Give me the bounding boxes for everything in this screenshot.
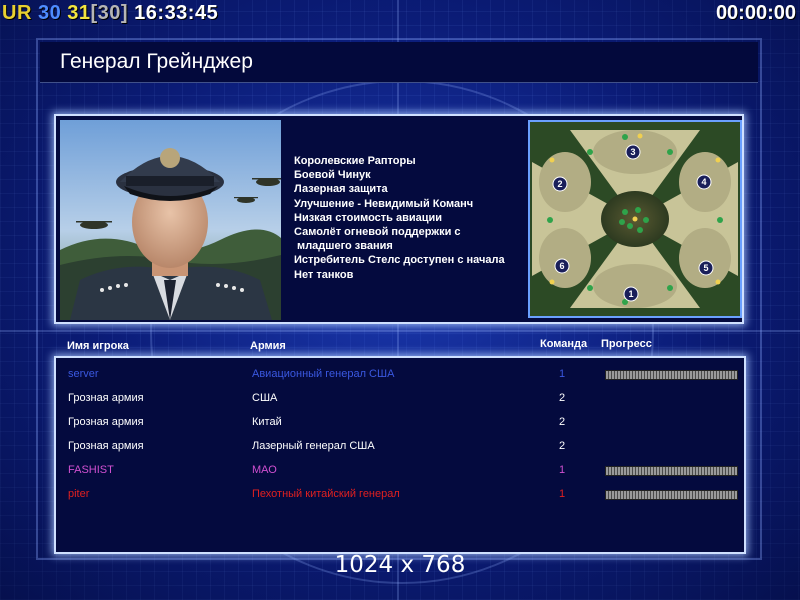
general-features-list: Королевские Рапторы Боевой Чинук Лазерна… (294, 154, 534, 282)
hud-value-a: 30 (37, 2, 62, 24)
start-position-3: 3 (625, 144, 641, 160)
general-title: Генерал Грейнджер (60, 50, 253, 73)
hud-prefix: UR (2, 2, 32, 24)
player-team: 2 (559, 416, 566, 428)
player-name: piter (68, 488, 90, 500)
start-position-1: 1 (623, 286, 639, 302)
feature-item: Боевой Чинук (294, 169, 371, 182)
general-info-panel: Королевские Рапторы Боевой Чинук Лазерна… (54, 114, 744, 324)
player-army: Авиационный генерал США (252, 368, 395, 380)
column-header-progress: Прогресс (601, 338, 652, 350)
player-team: 1 (559, 488, 566, 500)
players-table: server Авиационный генерал США 1 Грозная ар… (54, 356, 746, 554)
svg-text:6: 6 (559, 261, 564, 271)
hud-value-b: 31 (67, 2, 91, 24)
player-army: Пехотный китайский генерал (252, 488, 400, 500)
progress-bar (605, 466, 738, 476)
feature-item: Нет танков (294, 268, 354, 281)
start-position-5: 5 (698, 260, 714, 276)
hud-status: UR 30 31[30] 16:33:45 (2, 1, 218, 25)
column-header-team: Команда (540, 338, 588, 350)
svg-text:3: 3 (630, 147, 635, 157)
player-team: 1 (559, 368, 566, 380)
table-row[interactable]: FASHIST МАО 1 (56, 460, 744, 480)
feature-item: Самолёт огневой поддержки с (294, 226, 461, 239)
players-table-header: Имя игрока Армия Команда Прогресс (54, 338, 744, 356)
player-army: МАО (252, 464, 277, 476)
column-header-player: Имя игрока (67, 340, 129, 352)
feature-item: Лазерная защита (294, 183, 388, 196)
player-team: 1 (559, 464, 566, 476)
feature-item: Истребитель Стелс доступен с начала (294, 254, 505, 267)
player-team: 2 (559, 440, 566, 452)
svg-text:2: 2 (557, 179, 562, 189)
table-row[interactable]: Грозная армия Лазерный генерал США 2 (56, 436, 744, 456)
player-name: Грозная армия (68, 416, 144, 428)
progress-bar (605, 490, 738, 500)
feature-item: младшего звания (294, 240, 393, 253)
table-row[interactable]: Грозная армия США 2 (56, 388, 744, 408)
svg-text:4: 4 (701, 177, 706, 187)
start-position-4: 4 (696, 174, 712, 190)
resolution-label: 1024 x 768 (334, 552, 466, 578)
general-portrait (60, 120, 281, 320)
player-name: Грозная армия (68, 392, 144, 404)
column-header-army: Армия (250, 340, 286, 352)
svg-text:1: 1 (628, 289, 633, 299)
feature-item: Королевские Рапторы (294, 155, 416, 167)
table-row[interactable]: server Авиационный генерал США 1 (56, 364, 744, 384)
table-row[interactable]: Грозная армия Китай 2 (56, 412, 744, 432)
player-name: Грозная армия (68, 440, 144, 452)
title-bar: Генерал Грейнджер (40, 42, 758, 83)
start-position-2: 2 (552, 176, 568, 192)
player-name: server (68, 368, 99, 380)
player-army: Китай (252, 416, 282, 428)
player-army: США (252, 392, 278, 404)
player-name: FASHIST (68, 464, 114, 476)
player-army: Лазерный генерал США (252, 440, 375, 452)
start-position-6: 6 (554, 258, 570, 274)
player-team: 2 (559, 392, 566, 404)
svg-text:5: 5 (703, 263, 708, 273)
hud-value-c: [30] (90, 2, 129, 24)
map-preview[interactable]: 1 2 3 4 5 6 (528, 120, 742, 318)
progress-bar (605, 370, 738, 380)
feature-item: Низкая стоимость авиации (294, 211, 443, 224)
table-row[interactable]: piter Пехотный китайский генерал 1 (56, 484, 744, 504)
game-timer: 00:00:00 (715, 2, 796, 24)
hud-clock: 16:33:45 (134, 2, 219, 24)
feature-item: Улучшение - Невидимый Команч (294, 197, 474, 210)
